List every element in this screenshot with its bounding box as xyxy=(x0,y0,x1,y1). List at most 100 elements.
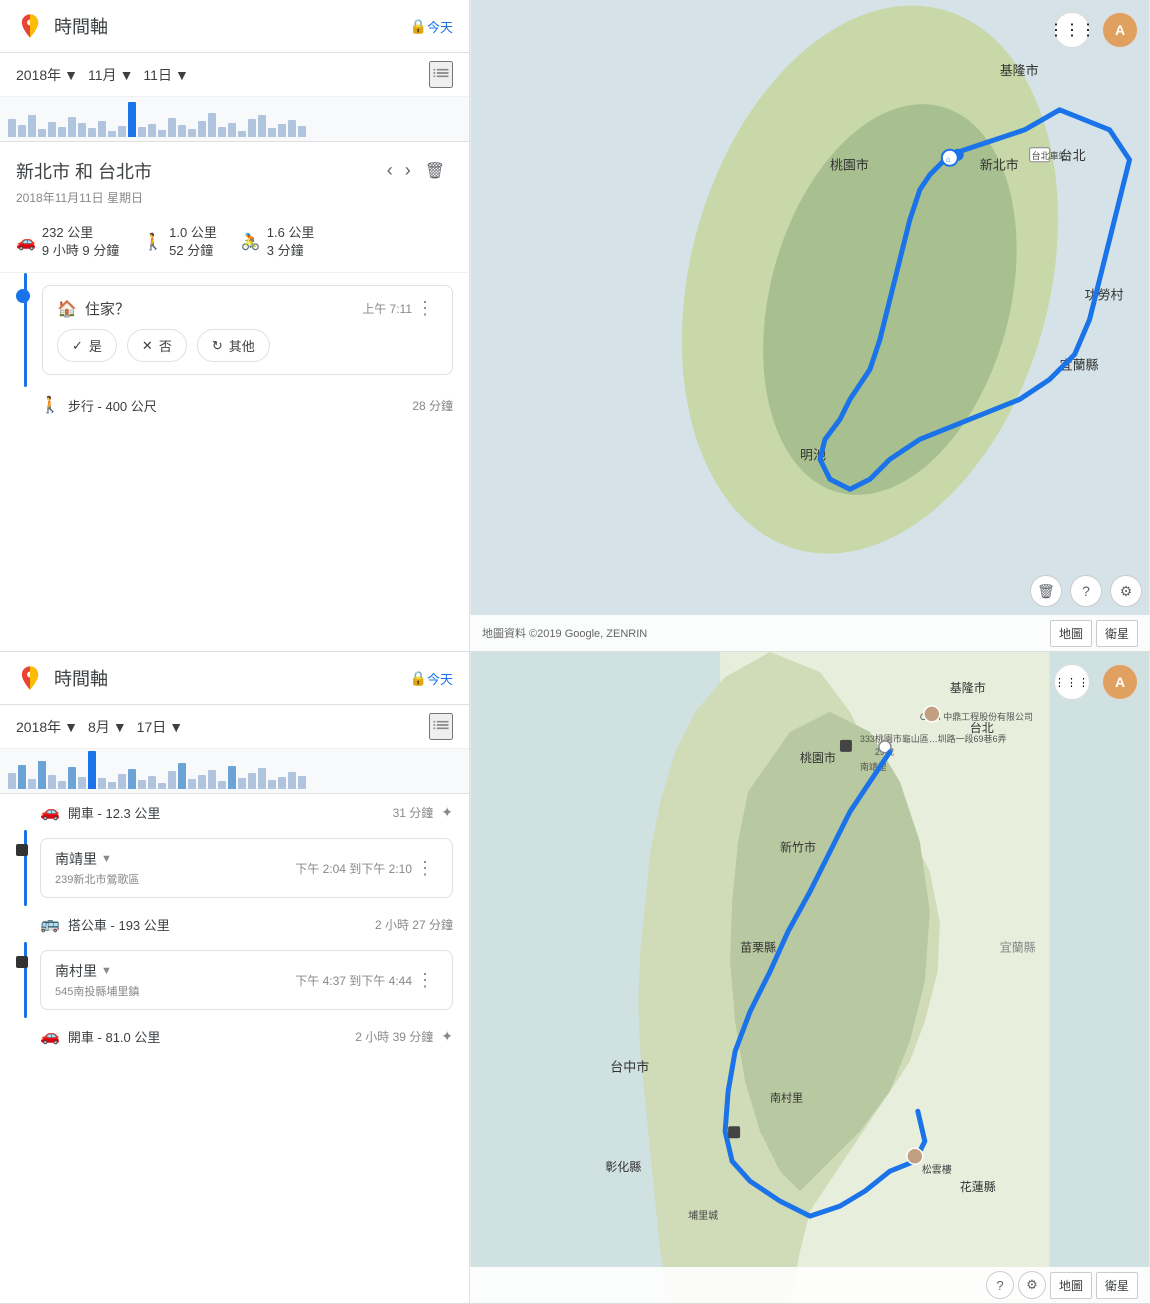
timeline-scroll-2[interactable]: 🚗 開車 - 12.3 公里 31 分鐘 ✦ 南靖里 ▼ xyxy=(0,794,469,1303)
bar xyxy=(78,777,86,789)
bar xyxy=(78,123,86,137)
day-select-1[interactable]: 11日 ▼ xyxy=(143,65,188,85)
drive-2-edit-icon[interactable]: ✦ xyxy=(441,1028,453,1045)
account-btn-2[interactable]: A xyxy=(1102,664,1138,700)
walk-time: 28 分鐘 xyxy=(412,397,453,414)
drive-1-edit-icon[interactable]: ✦ xyxy=(441,804,453,821)
stat-drive: 🚗 232 公里 9 小時 9 分鐘 xyxy=(16,224,119,260)
year-select-1[interactable]: 2018年 ▼ xyxy=(16,65,78,85)
place-card-1-wrap: 南靖里 ▼ 239新北市鶯歌區 下午 2:04 到下午 2:10 ⋮ xyxy=(0,830,469,906)
location-date-1: 2018年11月11日 星期日 xyxy=(0,189,469,216)
confirm-no-btn[interactable]: ✕ 否 xyxy=(127,329,187,362)
apps-icon-btn[interactable]: ⋮⋮⋮ xyxy=(1054,12,1090,48)
map-bottom-bar-2: ? ⚙ 地圖 衛星 xyxy=(470,1267,1150,1303)
place-1-dot xyxy=(16,844,28,856)
place-2-more-btn[interactable]: ⋮ xyxy=(412,970,438,991)
car-seg-icon: 🚗 xyxy=(40,802,60,822)
map-btn-map[interactable]: 地圖 xyxy=(1050,620,1092,647)
location-title-1: 新北市 和 台北市 xyxy=(16,158,381,184)
bar xyxy=(48,775,56,789)
sidebar-title-1: 時間軸 xyxy=(54,13,402,39)
bike-duration: 3 分鐘 xyxy=(267,242,315,260)
bar xyxy=(8,119,16,137)
year-select-2[interactable]: 2018年 ▼ xyxy=(16,717,78,737)
bar xyxy=(138,127,146,137)
help-map-btn[interactable]: ? xyxy=(1070,575,1102,607)
confirm-row: ✓ 是 ✕ 否 ↻ 其他 xyxy=(57,329,438,362)
bar xyxy=(268,128,276,137)
chart-icon-btn-1[interactable] xyxy=(429,61,453,88)
panel-2: 時間軸 🔒 今天 2018年 ▼ 8月 ▼ 17日 ▼ xyxy=(0,652,1150,1304)
account-btn[interactable]: A xyxy=(1102,12,1138,48)
home-more-btn[interactable]: ⋮ xyxy=(412,298,438,319)
prev-day-btn[interactable]: ‹ xyxy=(381,156,399,185)
month-chevron: ▼ xyxy=(120,67,134,83)
bike-distance: 1.6 公里 xyxy=(267,224,315,242)
drive-distance: 232 公里 xyxy=(42,224,119,242)
timeline-home-item: 🏠 住家？ 上午 7:11 ⋮ ✓ 是 ✕ 否 xyxy=(0,273,469,387)
month-select-1[interactable]: 11月 ▼ xyxy=(88,65,133,85)
maps-logo-icon xyxy=(16,12,44,40)
svg-text:基隆市: 基隆市 xyxy=(950,680,986,695)
next-day-btn[interactable]: › xyxy=(399,156,417,185)
apps-icon-btn-2[interactable]: ⋮⋮⋮ xyxy=(1054,664,1090,700)
bar xyxy=(198,775,206,789)
place-2-address: 545南投縣埔里鎮 xyxy=(55,983,295,999)
map-btn-map-2[interactable]: 地圖 xyxy=(1050,1272,1092,1299)
bar xyxy=(208,770,216,789)
settings-map-btn-2[interactable]: ⚙ xyxy=(1018,1271,1046,1299)
mini-chart-2 xyxy=(0,749,469,794)
svg-text:松雲樓: 松雲樓 xyxy=(922,1163,952,1176)
today-button-1[interactable]: 今天 xyxy=(427,17,453,36)
bar xyxy=(258,768,266,789)
settings-map-btn[interactable]: ⚙ xyxy=(1110,575,1142,607)
lock-icon-1: 🔒 xyxy=(410,18,427,35)
svg-text:南村里: 南村里 xyxy=(770,1090,803,1104)
chart-icon-btn-2[interactable] xyxy=(429,713,453,740)
x-icon: ✕ xyxy=(142,338,153,354)
place-1-more-btn[interactable]: ⋮ xyxy=(412,858,438,879)
drive-segment-1: 🚗 開車 - 12.3 公里 31 分鐘 ✦ xyxy=(0,794,469,830)
svg-text:⌂: ⌂ xyxy=(946,155,951,164)
place-2-chevron: ▼ xyxy=(101,965,112,977)
day-chevron-2: ▼ xyxy=(169,719,183,735)
trash-map-btn[interactable]: 🗑 xyxy=(1030,575,1062,607)
today-button-2[interactable]: 今天 xyxy=(427,669,453,688)
map-btn-satellite[interactable]: 衛星 xyxy=(1096,620,1138,647)
bus-icon: 🚌 xyxy=(40,914,60,934)
confirm-other-btn[interactable]: ↻ 其他 xyxy=(197,329,270,362)
location-header-1: 新北市 和 台北市 ‹ › 🗑 xyxy=(0,142,469,189)
map-icon-btns-1: 🗑 ? ⚙ xyxy=(1030,575,1142,607)
help-map-btn-2[interactable]: ? xyxy=(986,1271,1014,1299)
svg-text:桃園市: 桃園市 xyxy=(830,158,869,173)
lock-icon-2: 🔒 xyxy=(410,670,427,687)
day-select-2[interactable]: 17日 ▼ xyxy=(137,717,183,737)
map-panel-2: 基隆市 台北 桃園市 新竹市 苗栗縣 台中市 彰化縣 宜蘭縣 花蓮縣 CTCI … xyxy=(470,652,1150,1303)
bar xyxy=(118,774,126,789)
svg-text:新北市: 新北市 xyxy=(980,158,1019,173)
car-icon: 🚗 xyxy=(16,232,36,252)
bus-label: 搭公車 - 193 公里 xyxy=(68,915,375,934)
bar xyxy=(68,117,76,137)
bar xyxy=(58,781,66,789)
drive-2-label: 開車 - 81.0 公里 xyxy=(68,1027,355,1046)
bar xyxy=(218,781,226,789)
timeline-bar-2 xyxy=(24,830,27,906)
stat-bike: 🚴 1.6 公里 3 分鐘 xyxy=(241,224,315,260)
month-select-2[interactable]: 8月 ▼ xyxy=(88,717,127,737)
stat-walk: 🚶 1.0 公里 52 分鐘 xyxy=(143,224,217,260)
place-1-name: 南靖里 xyxy=(55,849,97,869)
delete-day-btn[interactable]: 🗑 xyxy=(417,157,453,185)
confirm-yes-btn[interactable]: ✓ 是 xyxy=(57,329,117,362)
mini-chart-1 xyxy=(0,97,469,142)
map-bottom-bar-1: 地圖資料 ©2019 Google, ZENRIN 地圖 衛星 xyxy=(470,615,1150,651)
bar xyxy=(138,780,146,789)
map-btn-satellite-2[interactable]: 衛星 xyxy=(1096,1272,1138,1299)
bar xyxy=(108,782,116,789)
place-card-2-wrap: 南村里 ▼ 545南投縣埔里鎮 下午 4:37 到下午 4:44 ⋮ xyxy=(0,942,469,1018)
timeline-scroll-1[interactable]: 🏠 住家？ 上午 7:11 ⋮ ✓ 是 ✕ 否 xyxy=(0,273,469,651)
drive-segment-2: 🚗 開車 - 81.0 公里 2 小時 39 分鐘 ✦ xyxy=(0,1018,469,1054)
date-bar-1: 2018年 ▼ 11月 ▼ 11日 ▼ xyxy=(0,53,469,97)
month-chevron-2: ▼ xyxy=(113,719,127,735)
place-2-card: 南村里 ▼ 545南投縣埔里鎮 下午 4:37 到下午 4:44 ⋮ xyxy=(40,950,453,1010)
